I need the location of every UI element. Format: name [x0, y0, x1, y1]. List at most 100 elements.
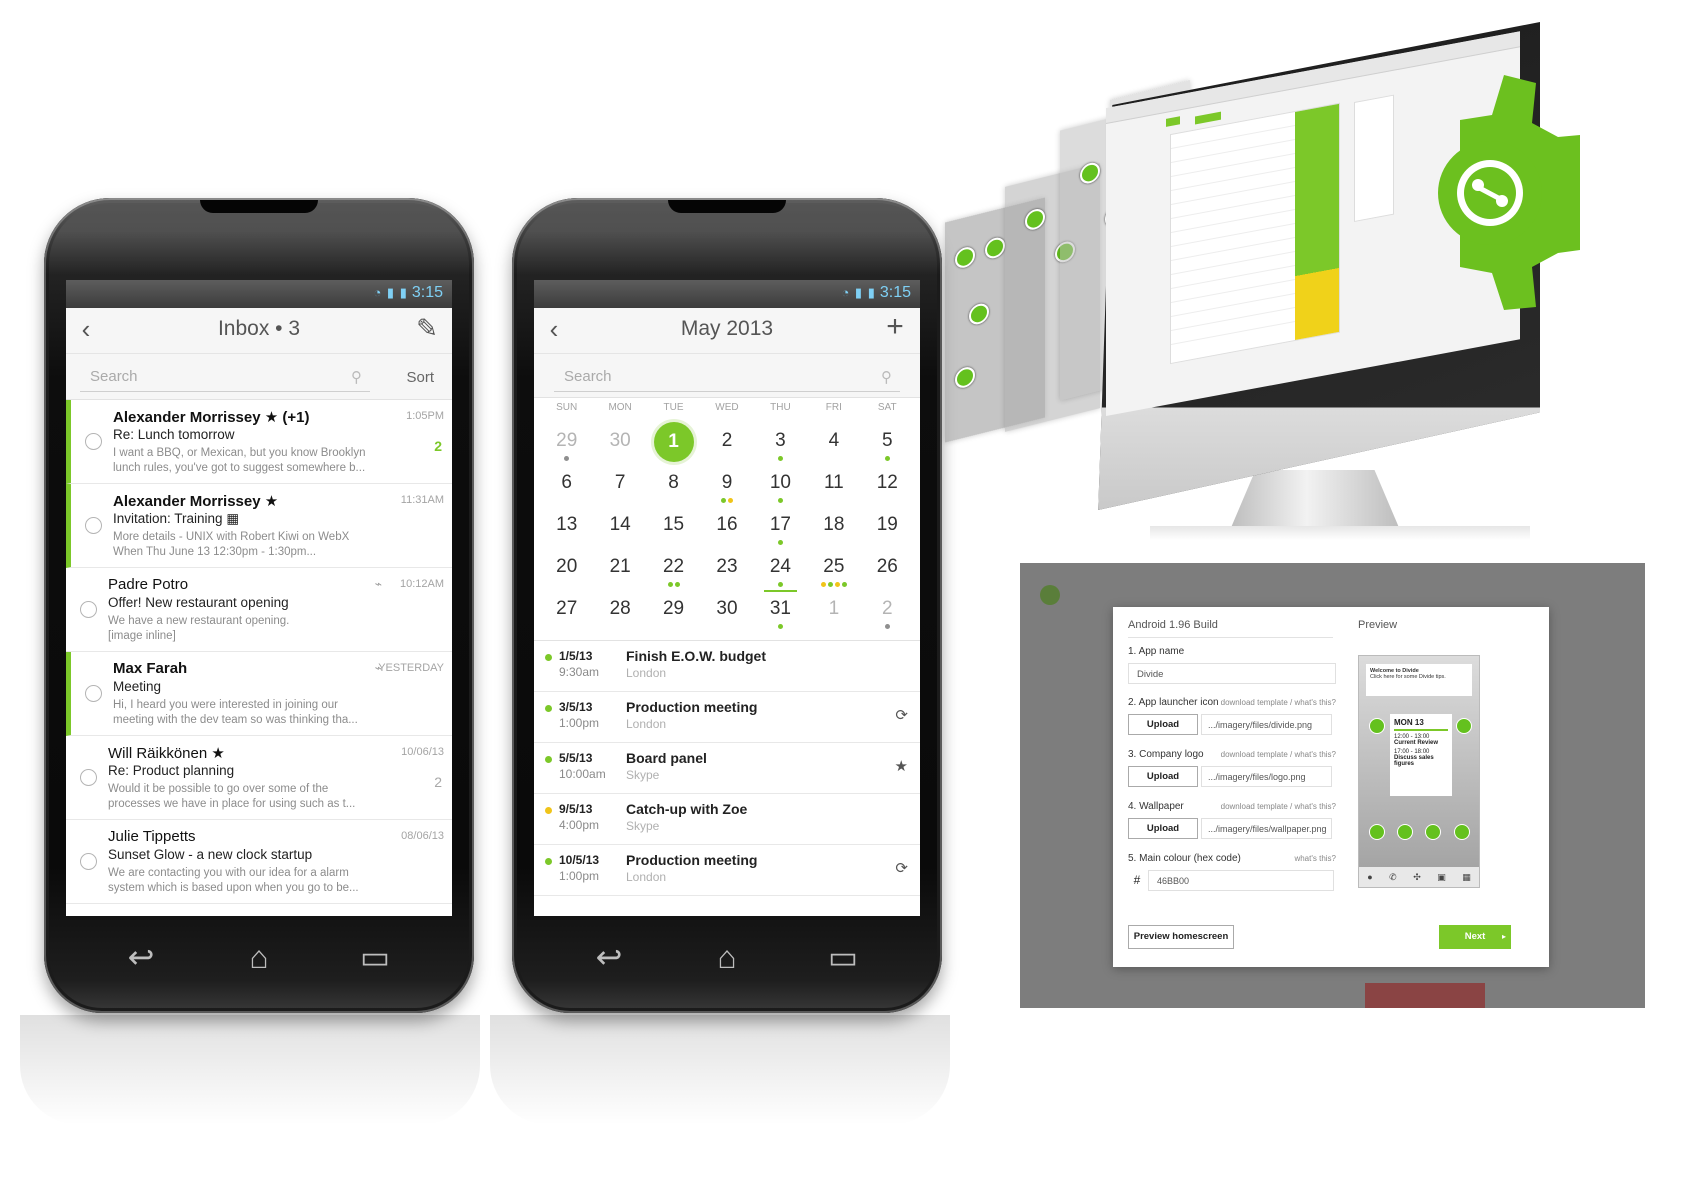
day-cell[interactable]: 26	[861, 548, 914, 590]
event-location: London	[626, 717, 667, 731]
day-cell[interactable]: 16	[700, 506, 753, 548]
search-icon[interactable]: ⚲	[881, 368, 892, 386]
day-cell[interactable]: 31	[754, 590, 807, 632]
home-nav-icon[interactable]: ⌂	[692, 937, 762, 977]
day-cell[interactable]: 28	[593, 590, 646, 632]
today-cell[interactable]: 1	[647, 422, 700, 464]
day-cell[interactable]: 6	[540, 464, 593, 506]
day-cell[interactable]: 20	[540, 548, 593, 590]
sort-button[interactable]: Sort	[406, 369, 434, 386]
day-cell[interactable]: 5	[861, 422, 914, 464]
recent-apps-icon[interactable]: ▭	[340, 937, 410, 977]
colour-hex-input[interactable]: 46BB00	[1148, 870, 1334, 891]
mail-item[interactable]: Julie Tippetts Sunset Glow - a new clock …	[66, 820, 452, 904]
mail-item[interactable]: Will Räikkönen ★ Re: Product planning Woul…	[66, 736, 452, 820]
day-cell[interactable]: 15	[647, 506, 700, 548]
phone-inbox: ◔ ▮ ▮ 3:15 ‹ Inbox • 3 ✎ Search ⚲ Sort Al…	[44, 198, 474, 1013]
mail-item[interactable]: Padre Potro Offer! New restaurant opening…	[66, 568, 452, 652]
day-cell[interactable]: 17	[754, 506, 807, 548]
day-cell[interactable]: 29	[647, 590, 700, 632]
inbox-title[interactable]: Inbox • 3	[66, 317, 452, 341]
select-checkbox[interactable]	[80, 769, 97, 786]
event-item[interactable]: 10/5/13 1:00pm Production meeting London ⟳	[534, 845, 920, 896]
select-checkbox[interactable]	[80, 601, 97, 618]
event-dot	[777, 456, 783, 461]
day-cell[interactable]: 23	[700, 548, 753, 590]
day-cell[interactable]: 12	[861, 464, 914, 506]
day-number: 1	[653, 422, 694, 462]
day-cell[interactable]: 2	[700, 422, 753, 464]
launcher-upload-button[interactable]: Upload	[1128, 714, 1198, 735]
day-number: 11	[823, 472, 844, 493]
day-cell[interactable]: 2	[861, 590, 914, 632]
mail-preview-line: system which is based upon when you go t…	[108, 882, 359, 894]
wallpaper-help-link[interactable]: download template / what's this?	[1221, 802, 1336, 811]
wallpaper-upload-button[interactable]: Upload	[1128, 818, 1198, 839]
day-cell[interactable]: 27	[540, 590, 593, 632]
day-cell[interactable]: 7	[593, 464, 646, 506]
day-cell[interactable]: 30	[593, 422, 646, 464]
add-event-icon[interactable]: +	[880, 310, 910, 344]
day-number: 6	[561, 472, 572, 493]
day-cell[interactable]: 24	[754, 548, 807, 592]
wifi-signal-battery-icon: ◔ ▮ ▮	[373, 285, 408, 300]
back-nav-icon[interactable]: ↩	[106, 937, 176, 977]
weekday-label: MON	[608, 402, 632, 413]
event-item[interactable]: 5/5/13 10:00am Board panel Skype ★	[534, 743, 920, 794]
day-cell[interactable]: 3	[754, 422, 807, 464]
day-cell[interactable]: 25	[807, 548, 860, 590]
day-cell[interactable]: 19	[861, 506, 914, 548]
day-cell[interactable]: 1	[807, 590, 860, 632]
event-item[interactable]: 1/5/13 9:30am Finish E.O.W. budget London	[534, 641, 920, 692]
select-checkbox[interactable]	[85, 517, 102, 534]
day-cell[interactable]: 4	[807, 422, 860, 464]
day-cell[interactable]: 10	[754, 464, 807, 506]
day-cell[interactable]: 30	[700, 590, 753, 632]
search-icon[interactable]: ⚲	[351, 368, 362, 386]
day-cell[interactable]: 9	[700, 464, 753, 506]
day-cell[interactable]: 11	[807, 464, 860, 506]
event-date: 3/5/13	[559, 700, 593, 714]
mail-sender: Will Räikkönen ★	[108, 745, 225, 762]
select-checkbox[interactable]	[85, 685, 102, 702]
day-cell[interactable]: 8	[647, 464, 700, 506]
day-cell[interactable]: 13	[540, 506, 593, 548]
launcher-help-link[interactable]: download template / what's this?	[1221, 698, 1336, 707]
preview-tip-card[interactable]: Welcome to Divide Click here for some Di…	[1366, 664, 1472, 696]
mail-item[interactable]: Alexander Morrissey ★ (+1) Re: Lunch tomo…	[66, 400, 452, 484]
mail-item[interactable]: Max Farah Meeting Hi, I heard you were int…	[66, 652, 452, 736]
day-cell[interactable]: 29	[540, 422, 593, 464]
event-item[interactable]: 3/5/13 1:00pm Production meeting London ⟳	[534, 692, 920, 743]
status-time: 3:15	[879, 284, 911, 301]
home-nav-icon[interactable]: ⌂	[224, 937, 294, 977]
select-checkbox[interactable]	[85, 433, 102, 450]
event-list: 1/5/13 9:30am Finish E.O.W. budget London 3/…	[534, 640, 920, 896]
event-item[interactable]: 9/5/13 4:00pm Catch-up with Zoe Skype	[534, 794, 920, 845]
back-nav-icon[interactable]: ↩	[574, 937, 644, 977]
recent-apps-icon[interactable]: ▭	[808, 937, 878, 977]
day-cell[interactable]: 14	[593, 506, 646, 548]
day-cell[interactable]: 22	[647, 548, 700, 590]
app-name-input[interactable]: Divide	[1128, 663, 1336, 684]
month-title[interactable]: May 2013	[534, 317, 920, 341]
next-button[interactable]: Next	[1439, 925, 1511, 949]
select-checkbox[interactable]	[80, 853, 97, 870]
day-cell[interactable]: 18	[807, 506, 860, 548]
logo-upload-button[interactable]: Upload	[1128, 766, 1198, 787]
calendar-icon: ▦	[1462, 871, 1471, 882]
day-cell[interactable]: 21	[593, 548, 646, 590]
mail-preview: We are contacting you with our idea for …	[108, 866, 412, 896]
apps-icon: ✣	[1413, 871, 1421, 882]
preview-homescreen-button[interactable]: Preview homescreen	[1128, 925, 1234, 949]
colour-help-link[interactable]: what's this?	[1294, 854, 1336, 863]
day-number: 31	[769, 598, 791, 619]
compose-icon[interactable]: ✎	[412, 313, 442, 344]
wallpaper-path: .../imagery/files/wallpaper.png	[1201, 818, 1332, 839]
mail-item[interactable]: Alexander Morrissey ★ Invitation: Trainin…	[66, 484, 452, 568]
attachment-icon: ⌁	[374, 577, 382, 591]
calendar-search-input[interactable]: Search ⚲	[554, 364, 900, 392]
inbox-search-input[interactable]: Search ⚲	[80, 364, 370, 392]
event-color-dot	[545, 756, 552, 763]
phone-speaker	[200, 200, 318, 213]
logo-help-link[interactable]: download template / what's this?	[1221, 750, 1336, 759]
